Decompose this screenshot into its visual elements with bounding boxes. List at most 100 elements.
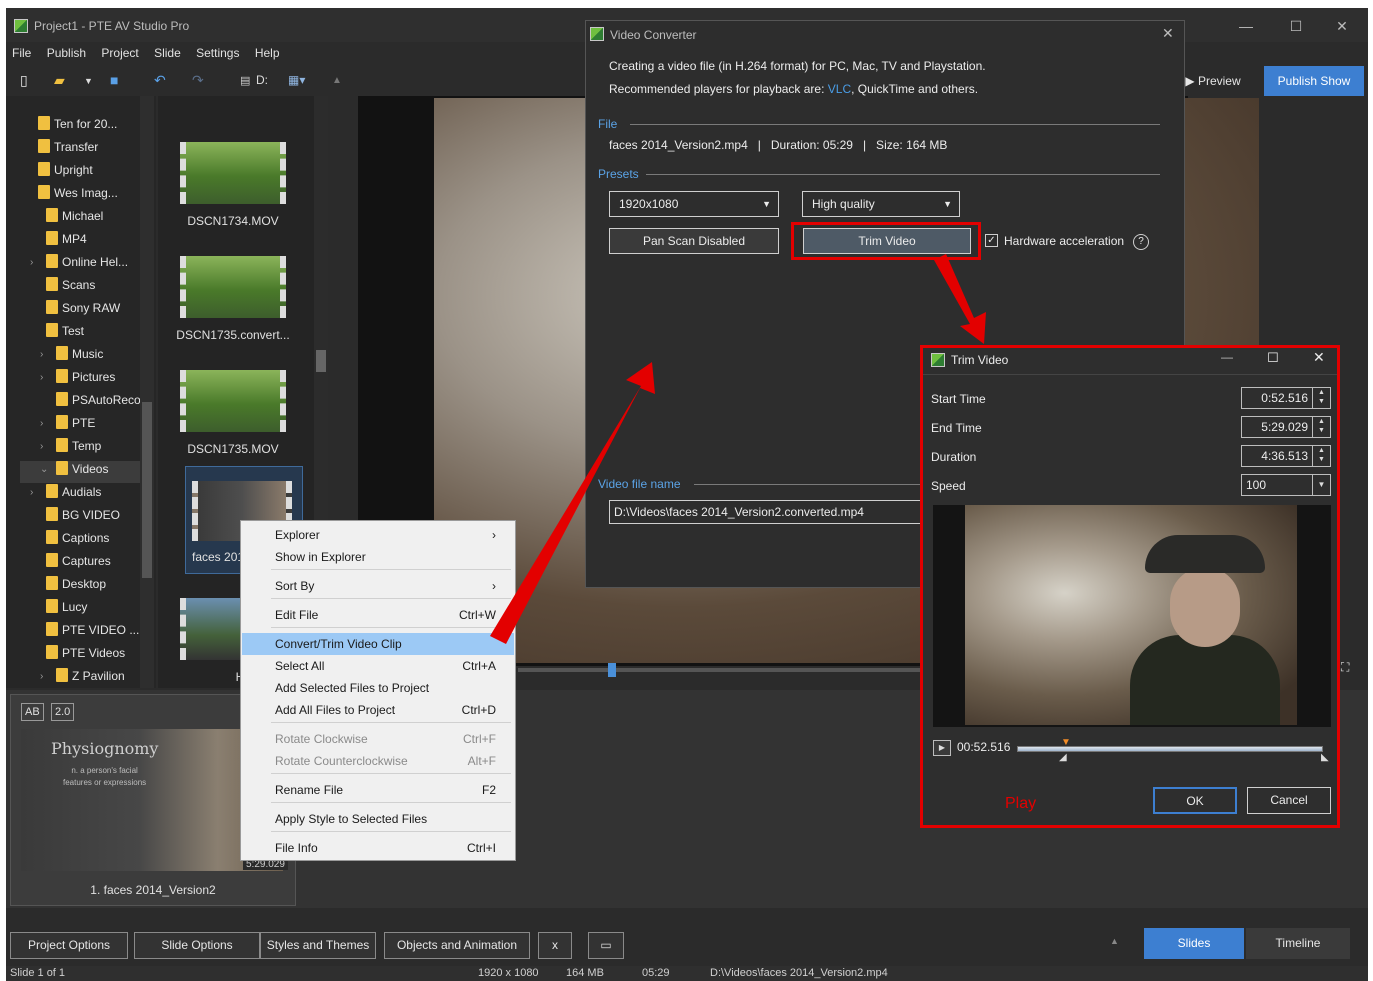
thumbs-scroll-thumb[interactable] — [316, 350, 326, 372]
transition-badge[interactable]: AB — [21, 703, 44, 721]
tree-item[interactable]: Michael — [46, 208, 103, 230]
open-dropdown-icon[interactable]: ▼ — [84, 76, 93, 86]
tree-item[interactable]: BG VIDEO — [46, 507, 120, 529]
project-options-button[interactable]: Project Options — [10, 932, 128, 959]
context-menu-item[interactable]: Rotate Counterclockwise Alt+F — [242, 750, 514, 772]
context-menu-item[interactable]: Convert/Trim Video Clip — [242, 633, 514, 655]
menu-publish[interactable]: Publish — [41, 42, 92, 60]
timeline-slider[interactable] — [518, 663, 938, 677]
menu-help[interactable]: Help — [249, 42, 286, 60]
maximize-icon[interactable]: ☐ — [1267, 350, 1279, 366]
play-button[interactable]: ▶ — [933, 740, 951, 756]
tree-item[interactable]: › Temp — [40, 438, 101, 460]
context-menu-item[interactable]: Add All Files to Project Ctrl+D — [242, 699, 514, 721]
context-menu-item[interactable]: Rename File F2 — [242, 779, 514, 801]
objects-animation-button[interactable]: Objects and Animation — [384, 932, 530, 959]
chevron-right-icon[interactable]: › — [40, 441, 43, 452]
redo-icon[interactable]: ↷ — [192, 72, 204, 89]
tree-item[interactable]: PTE Videos — [46, 645, 125, 667]
drive-icon[interactable]: ▤ — [240, 74, 250, 87]
tree-item[interactable]: Captions — [46, 530, 109, 552]
speed-select[interactable]: 100 ▼ — [1241, 474, 1331, 496]
tree-item[interactable]: PSAutoReco... — [56, 392, 151, 414]
chevron-right-icon[interactable]: › — [40, 418, 43, 429]
tree-item[interactable]: Captures — [46, 553, 111, 575]
duration-badge[interactable]: 2.0 — [51, 703, 75, 721]
tree-item[interactable]: › Music — [40, 346, 103, 368]
tree-item[interactable]: PTE VIDEO ... — [46, 622, 139, 644]
chevron-right-icon[interactable]: › — [40, 349, 43, 360]
open-folder-icon[interactable]: ▰ — [54, 72, 65, 89]
tree-scroll-thumb[interactable] — [142, 402, 152, 578]
context-menu-item[interactable]: Sort By › — [242, 575, 514, 597]
pan-scan-button[interactable]: Pan Scan Disabled — [609, 228, 779, 254]
tab-slides[interactable]: Slides — [1144, 928, 1244, 959]
start-time-input[interactable]: 0:52.516 ▲ ▼ — [1241, 387, 1331, 409]
styles-themes-button[interactable]: Styles and Themes — [260, 932, 376, 959]
context-menu-item[interactable]: Show in Explorer — [242, 546, 514, 568]
maximize-icon[interactable]: ☐ — [1276, 15, 1316, 37]
close-icon[interactable]: ✕ — [1322, 15, 1362, 37]
tree-item[interactable]: Lucy — [46, 599, 87, 621]
context-menu-item[interactable]: Edit File Ctrl+W — [242, 604, 514, 626]
new-file-icon[interactable]: ▯ — [20, 72, 28, 89]
undo-icon[interactable]: ↶ — [154, 72, 166, 89]
stepper-icon[interactable]: ▲ ▼ — [1312, 388, 1330, 408]
minimize-icon[interactable]: — — [1221, 350, 1233, 364]
stepper-icon[interactable]: ▲ ▼ — [1312, 417, 1330, 437]
context-menu-item[interactable]: Rotate Clockwise Ctrl+F — [242, 728, 514, 750]
context-menu-item[interactable]: Explorer › — [242, 524, 514, 546]
preview-button[interactable]: ▶ Preview — [1174, 66, 1252, 96]
tree-item[interactable]: › Online Hel... — [30, 254, 128, 276]
output-filename-input[interactable]: D:\Videos\faces 2014_Version2.converted.… — [609, 500, 929, 524]
hardware-acceleration-checkbox[interactable]: ✓ — [985, 234, 998, 247]
chevron-down-icon[interactable]: ▼ — [1312, 475, 1330, 495]
stepper-icon[interactable]: ▲ ▼ — [1312, 446, 1330, 466]
tree-item[interactable]: › Z Pavilion — [40, 668, 125, 688]
menu-file[interactable]: File — [6, 42, 37, 60]
chevron-right-icon[interactable]: › — [30, 487, 33, 498]
tree-item[interactable]: Upright — [38, 162, 93, 184]
end-handle-icon[interactable]: ◣ — [1321, 752, 1329, 763]
context-menu-item[interactable]: Add Selected Files to Project — [242, 677, 514, 699]
tree-item[interactable]: Scans — [46, 277, 95, 299]
thumb-dscn1735-converted[interactable]: DSCN1735.convert... — [158, 256, 308, 342]
close-icon[interactable]: ✕ — [1313, 349, 1325, 366]
quality-select[interactable]: High quality ▼ — [802, 191, 960, 217]
position-marker-icon[interactable]: ▼ — [1061, 737, 1071, 748]
tab-timeline[interactable]: Timeline — [1246, 928, 1350, 959]
minimize-icon[interactable]: — — [1226, 15, 1266, 37]
publish-show-button[interactable]: Publish Show — [1264, 66, 1364, 96]
help-icon[interactable]: ? — [1133, 234, 1149, 250]
tree-item[interactable]: › Audials — [30, 484, 101, 506]
tree-item[interactable]: MP4 — [46, 231, 87, 253]
context-menu-item[interactable]: File Info Ctrl+I — [242, 837, 514, 859]
chevron-down-icon[interactable]: ⌄ — [40, 464, 48, 475]
menu-project[interactable]: Project — [95, 42, 144, 60]
view-mode-icon[interactable]: ▦▾ — [288, 73, 305, 87]
tree-item[interactable]: Sony RAW — [46, 300, 120, 322]
chevron-right-icon[interactable]: › — [40, 372, 43, 383]
menu-settings[interactable]: Settings — [190, 42, 245, 60]
screen-icon[interactable]: ▭ — [588, 932, 624, 959]
start-handle-icon[interactable]: ◢ — [1059, 752, 1067, 763]
ok-button[interactable]: OK — [1153, 787, 1237, 814]
slider-knob[interactable] — [608, 663, 616, 677]
tree-item[interactable]: Test — [46, 323, 84, 345]
resolution-select[interactable]: 1920x1080 ▼ — [609, 191, 779, 217]
context-menu-item[interactable]: Apply Style to Selected Files — [242, 808, 514, 830]
chevron-right-icon[interactable]: › — [30, 257, 33, 268]
context-menu-item[interactable]: Select All Ctrl+A — [242, 655, 514, 677]
close-icon[interactable]: ✕ — [1162, 25, 1174, 42]
tree-item[interactable]: Transfer — [38, 139, 98, 161]
tree-item[interactable]: Ten for 20... — [38, 116, 117, 138]
collapse-icon[interactable]: ▲ — [1110, 936, 1119, 946]
tree-item[interactable]: › Pictures — [40, 369, 115, 391]
tree-item[interactable]: › PTE — [40, 415, 95, 437]
save-icon[interactable]: ■ — [110, 72, 118, 88]
thumb-dscn1734[interactable]: DSCN1734.MOV — [158, 142, 308, 228]
thumb-dscn1735[interactable]: DSCN1735.MOV — [158, 370, 308, 456]
chevron-right-icon[interactable]: › — [40, 671, 43, 682]
tree-scrollbar[interactable] — [140, 96, 154, 688]
tree-item[interactable]: Wes Imag... — [38, 185, 118, 207]
